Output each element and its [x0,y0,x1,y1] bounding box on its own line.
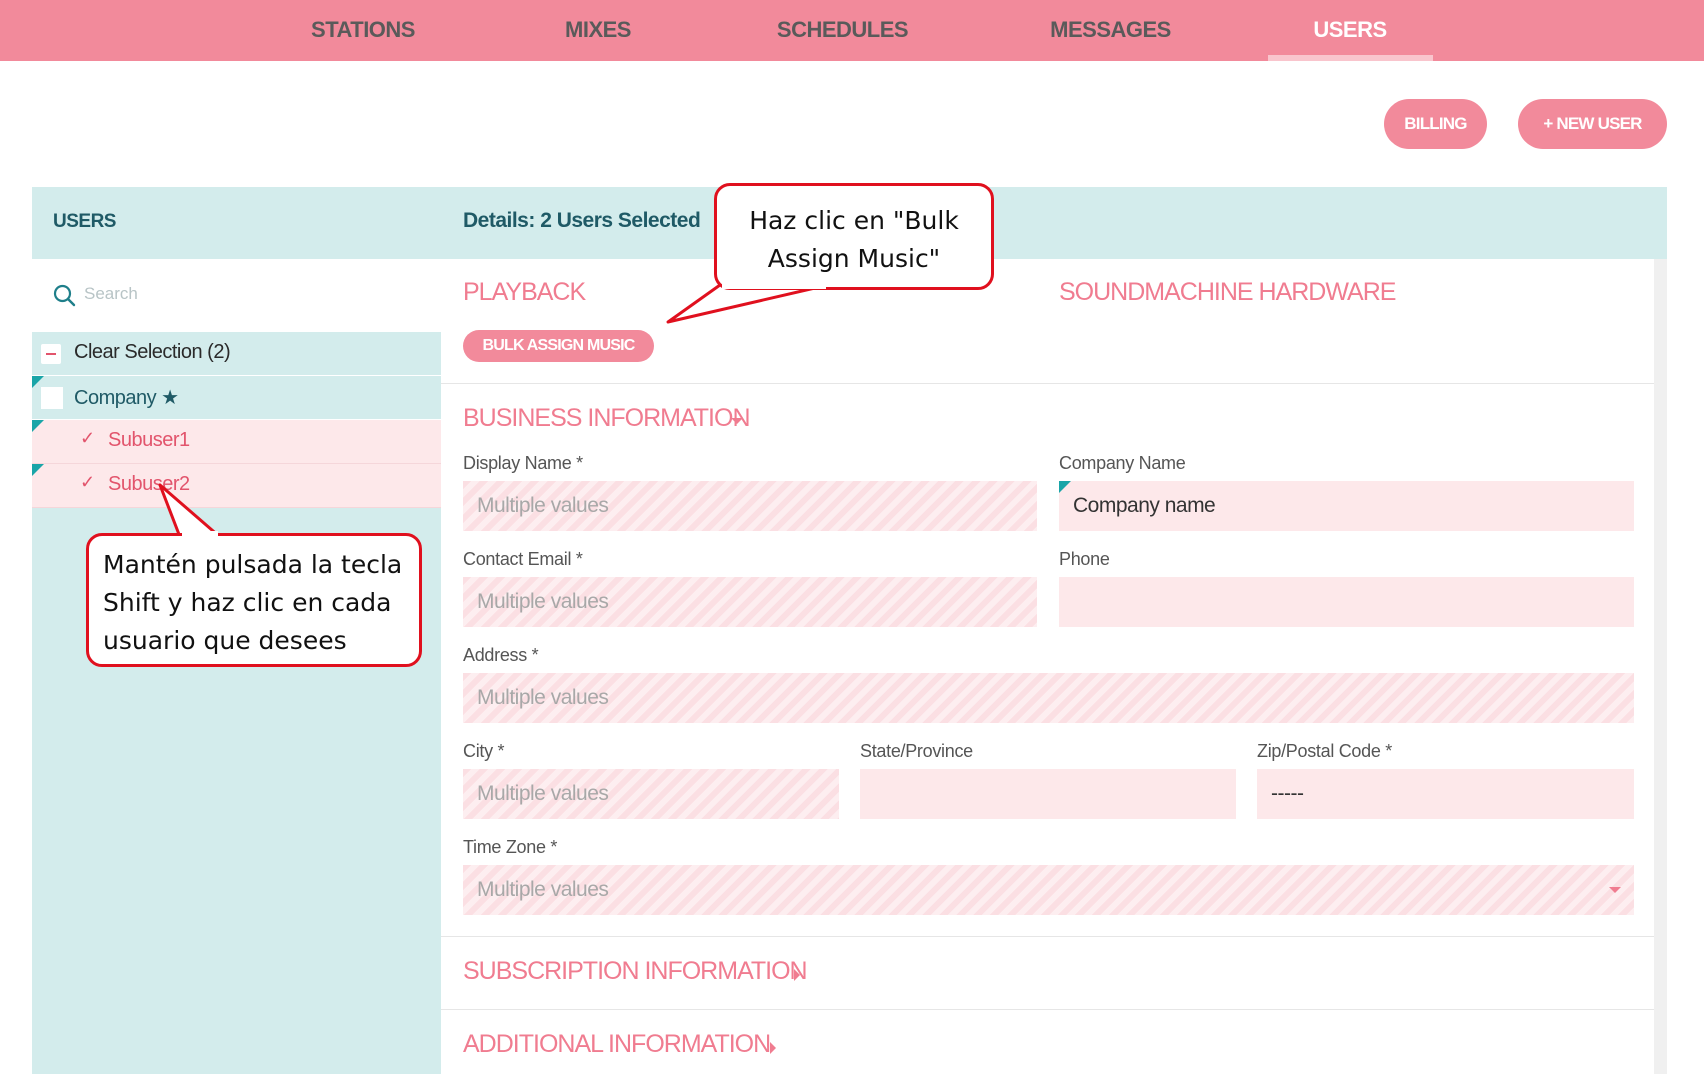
zip-field[interactable]: ----- [1257,769,1634,819]
city-value: Multiple values [477,782,609,805]
user-search [32,259,441,332]
state-label: State/Province [860,741,973,761]
city-label: City * [463,741,505,761]
timezone-label: Time Zone * [463,837,558,857]
state-field[interactable] [860,769,1236,819]
callout-bulk-assign: Haz clic en "Bulk Assign Music" [714,183,994,290]
address-value: Multiple values [477,686,609,709]
display-name-value: Multiple values [477,494,609,517]
additional-info-title: ADDITIONAL INFORMATION [463,1030,771,1058]
bulk-assign-music-button[interactable]: BULK ASSIGN MUSIC [463,330,654,362]
business-info-title: BUSINESS INFORMATION [463,404,751,432]
timezone-value: Multiple values [477,878,609,901]
users-panel-header: USERS [32,187,441,259]
address-label: Address * [463,645,539,665]
callout-bulk-text: Haz clic en "Bulk Assign Music" [749,206,959,273]
nav-tab-schedules[interactable]: SCHEDULES [770,0,915,61]
active-tab-indicator [1268,55,1433,61]
phone-label: Phone [1059,549,1110,569]
chevron-right-icon[interactable] [770,1042,776,1054]
callout-joint [182,531,218,537]
tree-item-subuser1[interactable]: ✓ Subuser1 [32,420,441,464]
tree-item-subuser2[interactable]: ✓ Subuser2 [32,464,441,508]
callout-shift-text: Mantén pulsada la tecla Shift y haz clic… [103,550,403,655]
contact-email-label: Contact Email * [463,549,583,569]
business-info-toggle[interactable]: BUSINESS INFORMATION [463,404,751,433]
corner-marker-icon [32,420,44,432]
divider [441,383,1654,384]
nav-tab-users[interactable]: USERS [1300,0,1400,61]
playback-title: PLAYBACK [463,278,586,306]
zip-label: Zip/Postal Code * [1257,741,1392,761]
check-icon: ✓ [80,428,96,448]
hardware-title: SOUNDMACHINE HARDWARE [1059,278,1396,306]
phone-field[interactable] [1059,577,1634,627]
display-name-label: Display Name * [463,453,583,473]
subuser-label: Subuser1 [108,429,190,451]
company-label: Company ★ [74,387,179,409]
zip-value: ----- [1271,782,1304,805]
checkbox[interactable] [41,387,63,409]
details-title: Details: 2 Users Selected [463,209,701,232]
chevron-down-icon[interactable] [1609,887,1621,893]
search-input[interactable] [84,279,424,309]
top-nav: STATIONS MIXES SCHEDULES MESSAGES USERS [0,0,1704,61]
subuser-label: Subuser2 [108,473,190,495]
clear-selection-row[interactable]: Clear Selection (2) [32,332,441,376]
address-field[interactable]: Multiple values [463,673,1634,723]
nav-tab-messages[interactable]: MESSAGES [1043,0,1178,61]
timezone-select[interactable]: Multiple values [463,865,1634,915]
display-name-field[interactable]: Multiple values [463,481,1037,531]
users-panel-title: USERS [53,211,116,232]
check-icon: ✓ [80,472,96,492]
subscription-info-toggle[interactable]: SUBSCRIPTION INFORMATION [463,957,808,986]
corner-marker-icon [1059,481,1071,493]
clear-selection-label: Clear Selection (2) [74,341,231,363]
nav-tab-stations[interactable]: STATIONS [292,0,434,61]
billing-button[interactable]: BILLING [1384,99,1487,149]
details-panel: Details: 2 Users Selected PLAYBACK BULK … [441,187,1667,1074]
new-user-button[interactable]: + NEW USER [1518,99,1667,149]
divider [441,1009,1654,1010]
callout-shift-click: Mantén pulsada la tecla Shift y haz clic… [86,533,422,667]
tree-item-company[interactable]: Company ★ [32,376,441,420]
subscription-info-title: SUBSCRIPTION INFORMATION [463,957,808,985]
company-name-label: Company Name [1059,453,1186,473]
callout-joint [722,283,826,289]
city-field[interactable]: Multiple values [463,769,839,819]
contact-email-field[interactable]: Multiple values [463,577,1037,627]
chevron-down-icon[interactable] [731,418,743,424]
divider [441,936,1654,937]
chevron-right-icon[interactable] [794,969,800,981]
contact-email-value: Multiple values [477,590,609,613]
minus-icon[interactable] [41,344,61,364]
corner-marker-icon [32,464,44,476]
additional-info-toggle[interactable]: ADDITIONAL INFORMATION [463,1030,771,1059]
nav-tab-mixes[interactable]: MIXES [548,0,648,61]
scrollbar[interactable] [1654,259,1667,1074]
search-icon [53,284,76,307]
details-header: Details: 2 Users Selected [441,187,1667,259]
company-name-field[interactable]: Company name [1059,481,1634,531]
company-name-value: Company name [1073,494,1216,517]
